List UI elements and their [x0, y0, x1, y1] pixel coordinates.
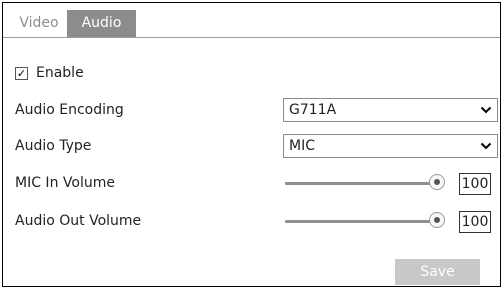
audio-type-label: Audio Type — [15, 138, 92, 154]
tab-video[interactable]: Video — [10, 10, 68, 37]
audio-encoding-select[interactable]: G711A — [283, 98, 498, 122]
enable-row[interactable]: ✓ Enable — [15, 64, 84, 82]
save-button[interactable]: Save — [395, 259, 480, 285]
chevron-down-icon — [480, 106, 492, 114]
audio-out-volume-input[interactable]: 100 — [459, 211, 491, 233]
chevron-down-icon — [480, 142, 492, 150]
slider-thumb[interactable] — [429, 174, 445, 190]
slider-track — [285, 182, 437, 185]
audio-type-value: MIC — [289, 138, 315, 154]
mic-in-volume-label: MIC In Volume — [15, 175, 115, 191]
checkmark-icon: ✓ — [16, 66, 27, 80]
mic-in-volume-input[interactable]: 100 — [459, 173, 491, 195]
audio-encoding-value: G711A — [289, 102, 337, 118]
audio-type-select[interactable]: MIC — [283, 134, 498, 158]
enable-checkbox[interactable]: ✓ — [15, 66, 28, 80]
audio-out-volume-slider[interactable] — [285, 210, 445, 232]
slider-thumb[interactable] — [429, 212, 445, 228]
tab-bar: Video Audio — [3, 3, 500, 38]
audio-out-volume-label: Audio Out Volume — [15, 213, 142, 229]
audio-encoding-label: Audio Encoding — [15, 102, 124, 118]
mic-in-volume-slider[interactable] — [285, 172, 445, 194]
slider-track — [285, 220, 437, 223]
enable-label: Enable — [36, 65, 84, 81]
audio-settings-panel: Video Audio ✓ Enable Audio Encoding G711… — [2, 2, 501, 287]
tab-audio[interactable]: Audio — [67, 10, 136, 37]
